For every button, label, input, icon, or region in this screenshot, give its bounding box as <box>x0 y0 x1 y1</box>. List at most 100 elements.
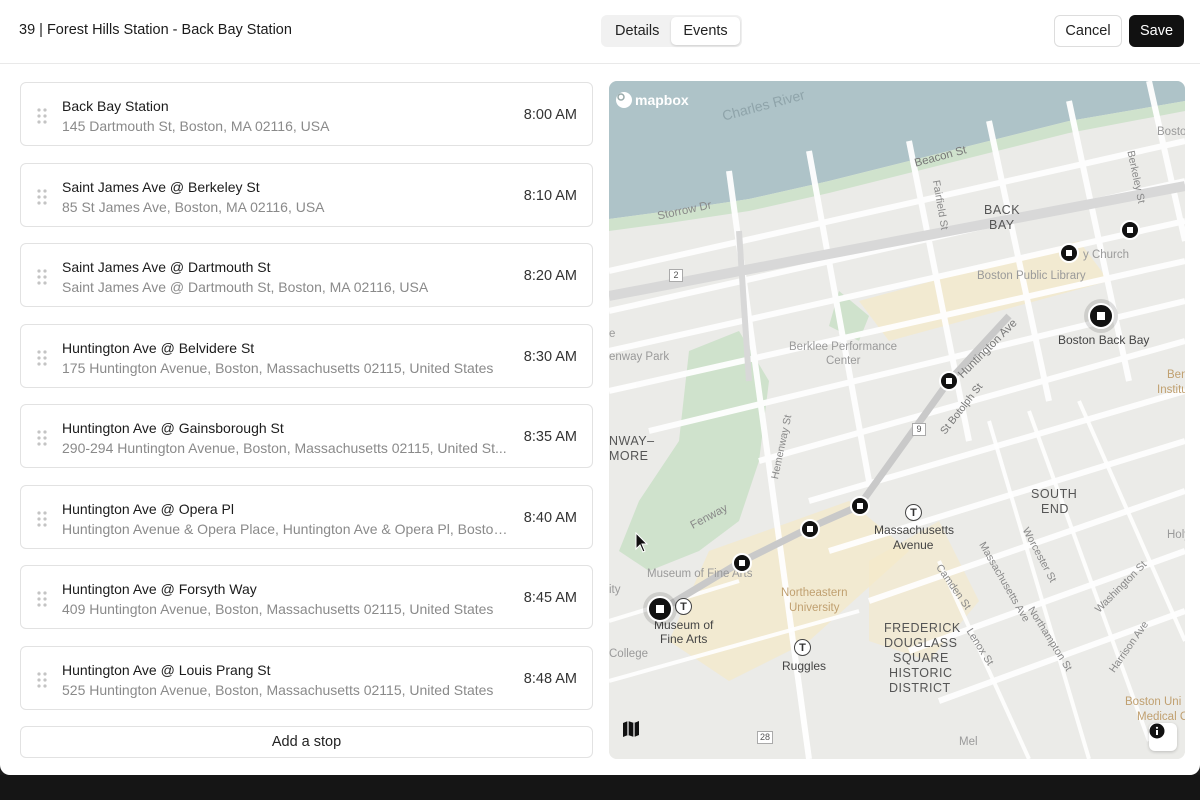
stop-marker[interactable] <box>647 596 673 622</box>
route-shield: 2 <box>669 269 683 282</box>
add-stop-button[interactable]: Add a stop <box>20 726 593 758</box>
map-style-button[interactable] <box>621 719 649 747</box>
mapbox-icon <box>616 92 632 108</box>
stop-marker[interactable] <box>1120 220 1140 240</box>
tab-group: Details Events <box>601 15 742 47</box>
stop-name: Saint James Ave @ Dartmouth St <box>62 259 271 275</box>
map-label: Center <box>826 355 861 367</box>
stop-time[interactable]: 8:30 AM <box>524 349 577 365</box>
stop-list: Back Bay Station 145 Dartmouth St, Bosto… <box>20 82 593 726</box>
map-label: MORE <box>609 449 649 463</box>
route-shield: 28 <box>757 731 773 744</box>
stop-time[interactable]: 8:40 AM <box>524 510 577 526</box>
drag-handle-icon[interactable] <box>37 510 47 527</box>
stop-time[interactable]: 8:48 AM <box>524 671 577 687</box>
stop-name: Huntington Ave @ Forsyth Way <box>62 581 257 597</box>
map-label: Holy <box>1167 529 1185 541</box>
stop-marker[interactable] <box>850 496 870 516</box>
map-label: SQUARE <box>893 651 949 665</box>
save-button[interactable]: Save <box>1129 15 1184 47</box>
map-label: Avenue <box>893 538 934 552</box>
map-label: END <box>1041 502 1069 516</box>
map-label: SOUTH <box>1031 487 1078 501</box>
transit-icon: T <box>905 504 922 521</box>
map-label: Boston Uni <box>1125 696 1182 708</box>
drag-handle-icon[interactable] <box>37 269 47 285</box>
info-button[interactable] <box>1149 723 1177 751</box>
stop-item[interactable]: Huntington Ave @ Belvidere St 175 Huntin… <box>20 323 593 388</box>
drag-handle-icon[interactable] <box>37 349 47 366</box>
stop-name: Back Bay Station <box>62 98 169 114</box>
stop-time[interactable]: 8:45 AM <box>524 590 577 606</box>
route-shield: 9 <box>912 423 926 436</box>
stop-item[interactable]: Huntington Ave @ Opera Pl Huntington Ave… <box>20 484 593 549</box>
stop-item[interactable]: Huntington Ave @ Louis Prang St 525 Hunt… <box>20 645 593 710</box>
stop-time[interactable]: 8:35 AM <box>524 429 577 445</box>
tab-events[interactable]: Events <box>671 17 740 45</box>
stop-marker[interactable] <box>1059 243 1079 263</box>
stop-address: 145 Dartmouth St, Boston, MA 02116, USA <box>62 118 330 134</box>
stop-marker[interactable] <box>732 553 752 573</box>
stop-item[interactable]: Saint James Ave @ Dartmouth St Saint Jam… <box>20 243 593 307</box>
map-label: y Church <box>1083 249 1130 261</box>
map-label: ity <box>609 584 621 596</box>
map-label: NWAY– <box>609 434 655 448</box>
route-editor-modal: 39 | Forest Hills Station - Back Bay Sta… <box>0 0 1200 775</box>
stop-name: Huntington Ave @ Belvidere St <box>62 339 255 356</box>
map-label: Boston <box>1157 126 1185 138</box>
map-label: Berklee Performance <box>789 341 898 353</box>
background-strip <box>0 775 1200 800</box>
stop-item[interactable]: Saint James Ave @ Berkeley St 85 St Jame… <box>20 162 593 227</box>
route-map[interactable]: mapbox Charles River Beacon St Storrow D… <box>609 81 1185 759</box>
stop-address: 85 St James Ave, Boston, MA 02116, USA <box>62 198 325 215</box>
stop-time[interactable]: 8:20 AM <box>524 268 577 284</box>
map-label: BAY <box>989 218 1015 232</box>
map-label: e <box>609 328 616 340</box>
stop-address: Huntington Avenue & Opera Place, Hunting… <box>62 520 514 537</box>
stop-address: 290-294 Huntington Avenue, Boston, Massa… <box>62 440 507 456</box>
stop-address: 525 Huntington Avenue, Boston, Massachus… <box>62 681 494 698</box>
map-label: HISTORIC <box>889 666 953 680</box>
stop-item[interactable]: Back Bay Station 145 Dartmouth St, Bosto… <box>20 82 593 146</box>
map-label: Northeastern <box>781 587 848 599</box>
cancel-button[interactable]: Cancel <box>1054 15 1122 47</box>
map-label: Ruggles <box>782 659 827 673</box>
map-label: Mel <box>959 736 978 748</box>
drag-handle-icon[interactable] <box>37 591 47 607</box>
stop-item[interactable]: Huntington Ave @ Forsyth Way 409 Hunting… <box>20 565 593 629</box>
stop-marker[interactable] <box>800 519 820 539</box>
stop-marker[interactable] <box>1088 303 1114 329</box>
map-label: FREDERICK <box>884 621 961 635</box>
drag-handle-icon[interactable] <box>37 188 47 205</box>
map-label: University <box>789 602 840 614</box>
stop-time[interactable]: 8:00 AM <box>524 107 577 123</box>
map-icon <box>623 721 639 737</box>
mapbox-attribution: mapbox <box>635 92 689 108</box>
stop-item[interactable]: Huntington Ave @ Gainsborough St 290-294… <box>20 404 593 468</box>
info-icon <box>1149 723 1165 739</box>
stop-address: Saint James Ave @ Dartmouth St, Boston, … <box>62 279 429 295</box>
mapbox-logo[interactable]: mapbox <box>616 92 689 108</box>
stop-name: Huntington Ave @ Opera Pl <box>62 500 234 517</box>
map-label: Medical Ca <box>1137 711 1185 723</box>
map-label: DISTRICT <box>889 681 951 695</box>
drag-handle-icon[interactable] <box>37 671 47 688</box>
drag-handle-icon[interactable] <box>37 108 47 124</box>
map-label: DOUGLASS <box>884 636 958 650</box>
route-title: 39 | Forest Hills Station - Back Bay Sta… <box>19 22 292 38</box>
stop-time[interactable]: 8:10 AM <box>524 188 577 204</box>
stop-name: Huntington Ave @ Gainsborough St <box>62 420 284 436</box>
stop-name: Huntington Ave @ Louis Prang St <box>62 661 271 678</box>
stop-address: 409 Huntington Avenue, Boston, Massachus… <box>62 601 494 617</box>
mouse-cursor-icon <box>635 532 649 553</box>
map-label: Boston Back Bay <box>1058 333 1150 347</box>
stop-address: 175 Huntington Avenue, Boston, Massachus… <box>62 359 494 376</box>
stop-marker[interactable] <box>939 371 959 391</box>
map-label: Massachusetts <box>874 523 955 537</box>
map-label: Benja <box>1167 369 1185 381</box>
transit-icon: T <box>675 598 692 615</box>
map-label: College <box>609 648 648 660</box>
tab-details[interactable]: Details <box>603 17 671 45</box>
map-label: Boston Public Library <box>977 270 1086 282</box>
drag-handle-icon[interactable] <box>37 430 47 446</box>
